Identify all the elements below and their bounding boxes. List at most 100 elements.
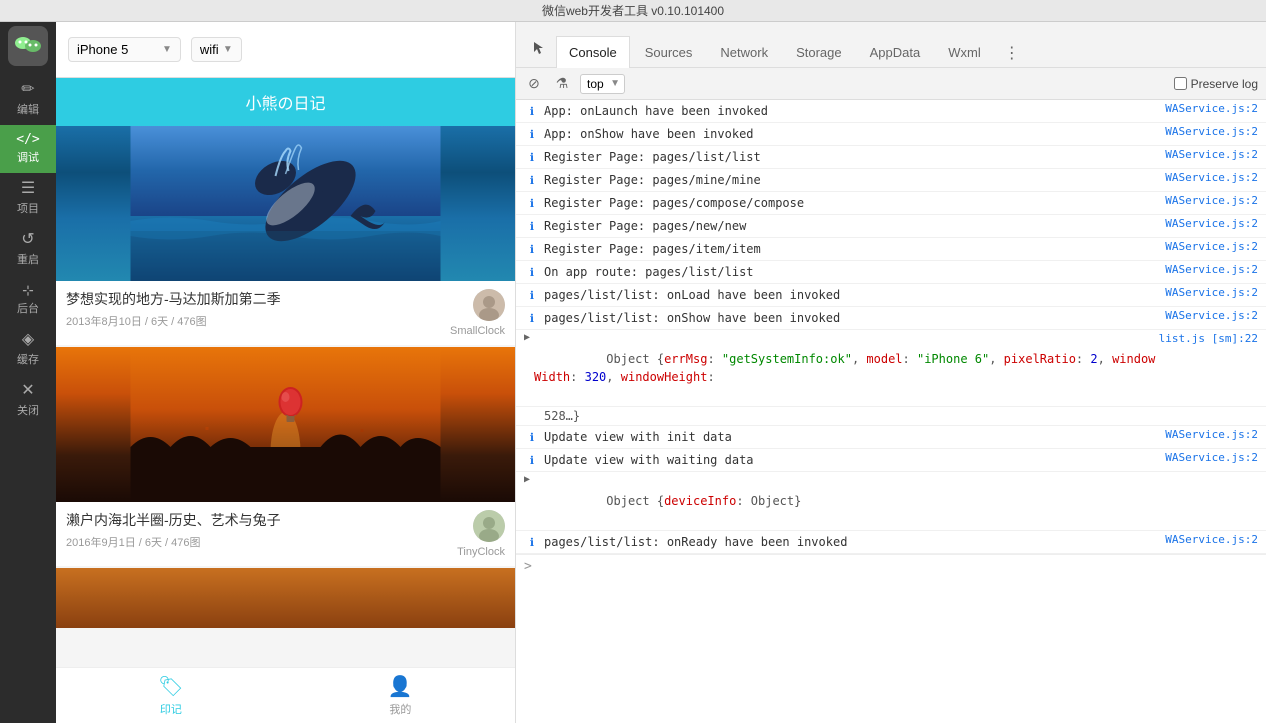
debug-icon: </> [16,133,39,146]
tab-wxml[interactable]: Wxml [935,36,994,68]
console-msg-10: ℹ pages/list/list: onShow have been invo… [516,307,1266,330]
phone-screen: 小熊の日记 [56,78,515,723]
console-msg-12-text: Update view with init data [544,428,1165,446]
sidebar-item-debug[interactable]: </> 调试 [0,125,56,173]
console-msg-8: ℹ On app route: pages/list/list WAServic… [516,261,1266,284]
console-msg-4: ℹ Register Page: pages/mine/mine WAServi… [516,169,1266,192]
app-logo [8,26,48,66]
console-msg-8-text: On app route: pages/list/list [544,263,1165,281]
console-msg-7-text: Register Page: pages/item/item [544,240,1165,258]
wechat-logo-icon [13,31,43,61]
element-picker-button[interactable] [524,34,556,67]
whale-image-svg [56,126,515,281]
sidebar-item-cache[interactable]: ◈ 缓存 [0,324,56,375]
sidebar-item-project[interactable]: ☰ 项目 [0,173,56,224]
console-msg-9-source[interactable]: WAService.js:2 [1165,286,1258,299]
console-msg-15-text: pages/list/list: onReady have been invok… [544,533,1165,551]
console-msg-11-text: Object {errMsg: "getSystemInfo:ok", mode… [534,332,1159,404]
console-msg-8-source[interactable]: WAService.js:2 [1165,263,1258,276]
console-level-filter[interactable]: top ▼ [580,74,625,94]
console-msg-12-source[interactable]: WAService.js:2 [1165,428,1258,441]
preserve-log-toggle[interactable]: Preserve log [1174,77,1258,91]
phone-nav-stamp[interactable]: 🏷 印记 [138,670,203,721]
console-filter-button[interactable]: ⚗ [552,74,572,94]
tab-network[interactable]: Network [707,36,781,68]
console-msg-9-text: pages/list/list: onLoad have been invoke… [544,286,1165,304]
info-icon-7: ℹ [524,241,540,257]
network-select[interactable]: wifi 4G 3G 2G [200,42,219,57]
console-msg-1-source[interactable]: WAService.js:2 [1165,102,1258,115]
console-input[interactable] [538,560,1258,574]
tab-appdata[interactable]: AppData [857,36,934,68]
console-msg-7: ℹ Register Page: pages/item/item WAServi… [516,238,1266,261]
console-msg-5-text: Register Page: pages/compose/compose [544,194,1165,212]
info-icon-6: ℹ [524,218,540,234]
sidebar-item-edit[interactable]: ✏ 编辑 [0,74,56,125]
console-msg-11-source[interactable]: list.js [sm]:22 [1159,332,1258,345]
title-text: 微信web开发者工具 v0.10.101400 [542,2,724,19]
console-msg-2-source[interactable]: WAService.js:2 [1165,125,1258,138]
console-msg-2: ℹ App: onShow have been invoked WAServic… [516,123,1266,146]
network-selector[interactable]: wifi 4G 3G 2G ▼ [191,37,242,62]
blog-card-1[interactable]: 梦想实现的地方-马达加斯加第二季 2013年8月10日 / 6天 / 476图 [56,126,515,345]
console-msg-6-source[interactable]: WAService.js:2 [1165,217,1258,230]
console-msg-5-source[interactable]: WAService.js:2 [1165,194,1258,207]
backend-icon: ⊹ [22,283,34,297]
console-msg-13-source[interactable]: WAService.js:2 [1165,451,1258,464]
blog-card-2[interactable]: 濑户内海北半圈-历史、艺术与兔子 2016年9月1日 / 6天 / 476图 [56,347,515,566]
title-bar: 微信web开发者工具 v0.10.101400 [0,0,1266,22]
console-msg-5: ℹ Register Page: pages/compose/compose W… [516,192,1266,215]
devtools-panel: Console Sources Network Storage AppData … [516,22,1266,723]
device-select[interactable]: iPhone 5 iPhone 6 iPhone 6 Plus [77,42,158,57]
preserve-log-label: Preserve log [1191,77,1258,91]
tab-sources[interactable]: Sources [632,36,706,68]
console-msg-2-text: App: onShow have been invoked [544,125,1165,143]
console-messages-area[interactable]: ℹ App: onLaunch have been invoked WAServ… [516,100,1266,723]
blog-card-2-meta: 2016年9月1日 / 6天 / 476图 [66,534,281,550]
mine-icon: 👤 [388,674,413,699]
console-msg-11: ▶ Object {errMsg: "getSystemInfo:ok", mo… [516,330,1266,407]
phone-toolbar: iPhone 5 iPhone 6 iPhone 6 Plus ▼ wifi 4… [56,22,515,78]
tab-storage[interactable]: Storage [783,36,855,68]
console-msg-10-text: pages/list/list: onShow have been invoke… [544,309,1165,327]
blog-card-2-image [56,347,515,502]
sidebar-item-close[interactable]: ✕ 关闭 [0,375,56,426]
console-msg-3: ℹ Register Page: pages/list/list WAServi… [516,146,1266,169]
project-icon: ☰ [21,181,35,197]
sidebar-item-backend[interactable]: ⊹ 后台 [0,275,56,324]
console-msg-7-source[interactable]: WAService.js:2 [1165,240,1258,253]
info-icon-13: ℹ [524,452,540,468]
device-selector[interactable]: iPhone 5 iPhone 6 iPhone 6 Plus ▼ [68,37,181,62]
phone-nav-mine[interactable]: 👤 我的 [368,670,433,721]
blog-card-1-title: 梦想实现的地方-马达加斯加第二季 [66,289,281,309]
tab-console[interactable]: Console [556,36,630,68]
console-msg-4-source[interactable]: WAService.js:2 [1165,171,1258,184]
expand-triangle-14[interactable]: ▶ [524,474,530,485]
console-msg-9: ℹ pages/list/list: onLoad have been invo… [516,284,1266,307]
console-toolbar: ⊘ ⚗ top ▼ Preserve log [516,68,1266,100]
phone-content-area[interactable]: 梦想实现的地方-马达加斯加第二季 2013年8月10日 / 6天 / 476图 [56,126,515,667]
console-msg-1-text: App: onLaunch have been invoked [544,102,1165,120]
expand-triangle-11[interactable]: ▶ [524,332,530,343]
sidebar-item-restart[interactable]: ↺ 重启 [0,224,56,275]
console-msg-3-source[interactable]: WAService.js:2 [1165,148,1258,161]
blog-card-2-author: TinyClock [457,546,505,558]
info-icon-1: ℹ [524,103,540,119]
preserve-log-checkbox[interactable] [1174,77,1187,90]
console-clear-button[interactable]: ⊘ [524,74,544,94]
blog-card-3[interactable] [56,568,515,628]
devtools-tab-bar: Console Sources Network Storage AppData … [516,22,1266,68]
blog-card-2-title: 濑户内海北半圈-历史、艺术与兔子 [66,510,281,530]
console-input-row[interactable]: > [516,554,1266,578]
phone-app-header: 小熊の日记 [56,78,515,126]
console-msg-11-expanded: 528…} [516,407,1266,426]
restart-icon: ↺ [21,232,34,248]
info-icon-9: ℹ [524,287,540,303]
devtools-more-button[interactable]: ⋮ [996,39,1028,67]
console-filter-select[interactable]: top [580,74,625,94]
network-chevron-icon: ▼ [223,44,233,55]
console-msg-3-text: Register Page: pages/list/list [544,148,1165,166]
console-msg-10-source[interactable]: WAService.js:2 [1165,309,1258,322]
info-icon-12: ℹ [524,429,540,445]
console-msg-15-source[interactable]: WAService.js:2 [1165,533,1258,546]
